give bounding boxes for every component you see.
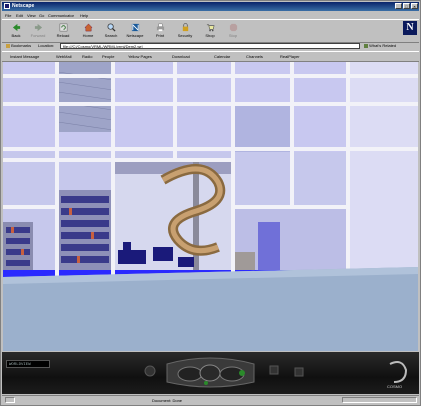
location-url-field[interactable]: file:///C|/Cosmo/VRML/WRML/vrml/Dem2.wrl	[60, 43, 360, 49]
bookmark-instant-message[interactable]: Instant Message	[10, 54, 39, 59]
bookmarks-button[interactable]: Bookmarks	[6, 43, 31, 48]
menu-bar: File Edit View Go Communicator Help	[2, 12, 419, 19]
cosmo-player-dashboard: WORLDVIEW COSMO	[2, 352, 419, 394]
bookmark-channels[interactable]: Channels	[246, 54, 263, 59]
window-title: Netscape	[12, 3, 35, 9]
go-indicator-icon[interactable]	[239, 370, 245, 376]
menu-view[interactable]: View	[27, 13, 36, 18]
bookmark-people[interactable]: People	[102, 54, 114, 59]
security-lock-icon[interactable]	[5, 397, 15, 403]
bookmark-radio[interactable]: Radio	[82, 54, 92, 59]
menu-file[interactable]: File	[5, 13, 11, 18]
back-button[interactable]: Back	[5, 22, 27, 41]
browser-window: Netscape _ □ × File Edit View Go Communi…	[0, 0, 421, 406]
reload-button[interactable]: Reload	[52, 22, 74, 41]
forward-button[interactable]: Forward	[27, 22, 49, 41]
forward-arrow-icon	[34, 23, 42, 32]
shop-button[interactable]: Shop	[199, 22, 221, 41]
bookmark-icon	[6, 43, 10, 48]
back-arrow-icon	[12, 23, 20, 32]
location-label: Location:	[38, 43, 55, 48]
component-bar[interactable]	[342, 397, 417, 403]
upper-right-panel	[233, 102, 293, 152]
netscape-app-icon	[4, 3, 10, 9]
search-button[interactable]: Search	[100, 22, 122, 41]
whats-related-button[interactable]: What's Related	[364, 43, 396, 48]
reload-label: Reload	[56, 33, 70, 38]
menu-go[interactable]: Go	[39, 13, 44, 18]
navigation-toolbar: Back Forward Reload Home Search Netscape…	[2, 19, 419, 43]
bookmark-yellow-pages[interactable]: Yellow Pages	[128, 54, 152, 59]
minimize-button[interactable]: _	[395, 3, 402, 9]
shop-icon	[206, 24, 214, 32]
bookmark-download[interactable]: Download	[172, 54, 190, 59]
menu-communicator[interactable]: Communicator	[48, 13, 74, 18]
pan-control-icon[interactable]	[199, 364, 221, 382]
maximize-button[interactable]: □	[403, 3, 410, 9]
netscape-icon	[131, 23, 139, 32]
search-icon	[107, 23, 116, 32]
bookmarks-label: Bookmarks	[11, 43, 32, 48]
cosmo-logo-text: COSMO	[387, 384, 403, 389]
personal-toolbar: Instant Message WebMail Radio People Yel…	[2, 51, 419, 62]
upper-bookcase-back	[58, 62, 113, 132]
vrml-3d-viewport[interactable]	[3, 62, 418, 351]
cosmo-logo-icon	[389, 361, 408, 383]
menu-edit[interactable]: Edit	[16, 13, 23, 18]
stop-icon	[229, 23, 237, 32]
menu-help[interactable]: Help	[80, 13, 88, 18]
home-icon	[83, 23, 93, 32]
stop-label: Stop	[228, 33, 238, 38]
seek-icon[interactable]	[269, 365, 279, 375]
status-light-icon	[204, 381, 208, 385]
vrml-scene	[3, 62, 418, 351]
right-wall	[350, 152, 418, 277]
back-label: Back	[11, 33, 21, 38]
security-icon	[182, 23, 188, 32]
straighten-icon[interactable]	[294, 367, 304, 377]
netscape-button[interactable]: Netscape	[124, 22, 146, 41]
security-button[interactable]: Security	[174, 22, 196, 41]
home-button[interactable]: Home	[77, 22, 99, 41]
print-button[interactable]: Print	[149, 22, 171, 41]
location-toolbar: Bookmarks Location: file:///C|/Cosmo/VRM…	[2, 42, 419, 51]
search-label: Search	[104, 33, 118, 38]
stop-button[interactable]: Stop	[222, 22, 244, 41]
whats-related-label: What's Related	[369, 43, 397, 48]
security-label: Security	[177, 33, 193, 38]
dashboard-controls	[144, 357, 408, 388]
bookmark-calendar[interactable]: Calendar	[214, 54, 230, 59]
shop-label: Shop	[205, 33, 215, 38]
whats-related-icon	[364, 43, 368, 48]
bookmark-webmail[interactable]: WebMail	[56, 54, 72, 59]
title-bar[interactable]: Netscape _ □ ×	[2, 2, 419, 11]
close-button[interactable]: ×	[411, 3, 418, 9]
status-bar: Document: Done	[2, 395, 419, 405]
forward-label: Forward	[30, 33, 46, 38]
status-text: Document: Done	[152, 398, 183, 403]
netscape-label: Netscape	[126, 33, 144, 38]
print-label: Print	[155, 33, 165, 38]
netscape-throbber-logo: N	[403, 21, 417, 35]
bookmark-realplayer[interactable]: RealPlayer	[280, 54, 300, 59]
print-icon	[156, 23, 164, 32]
reload-icon	[59, 23, 67, 32]
home-label: Home	[82, 33, 94, 38]
right-door	[258, 222, 280, 274]
walk-control-icon[interactable]	[177, 366, 203, 382]
viewpoint-prev-icon[interactable]	[144, 365, 156, 377]
